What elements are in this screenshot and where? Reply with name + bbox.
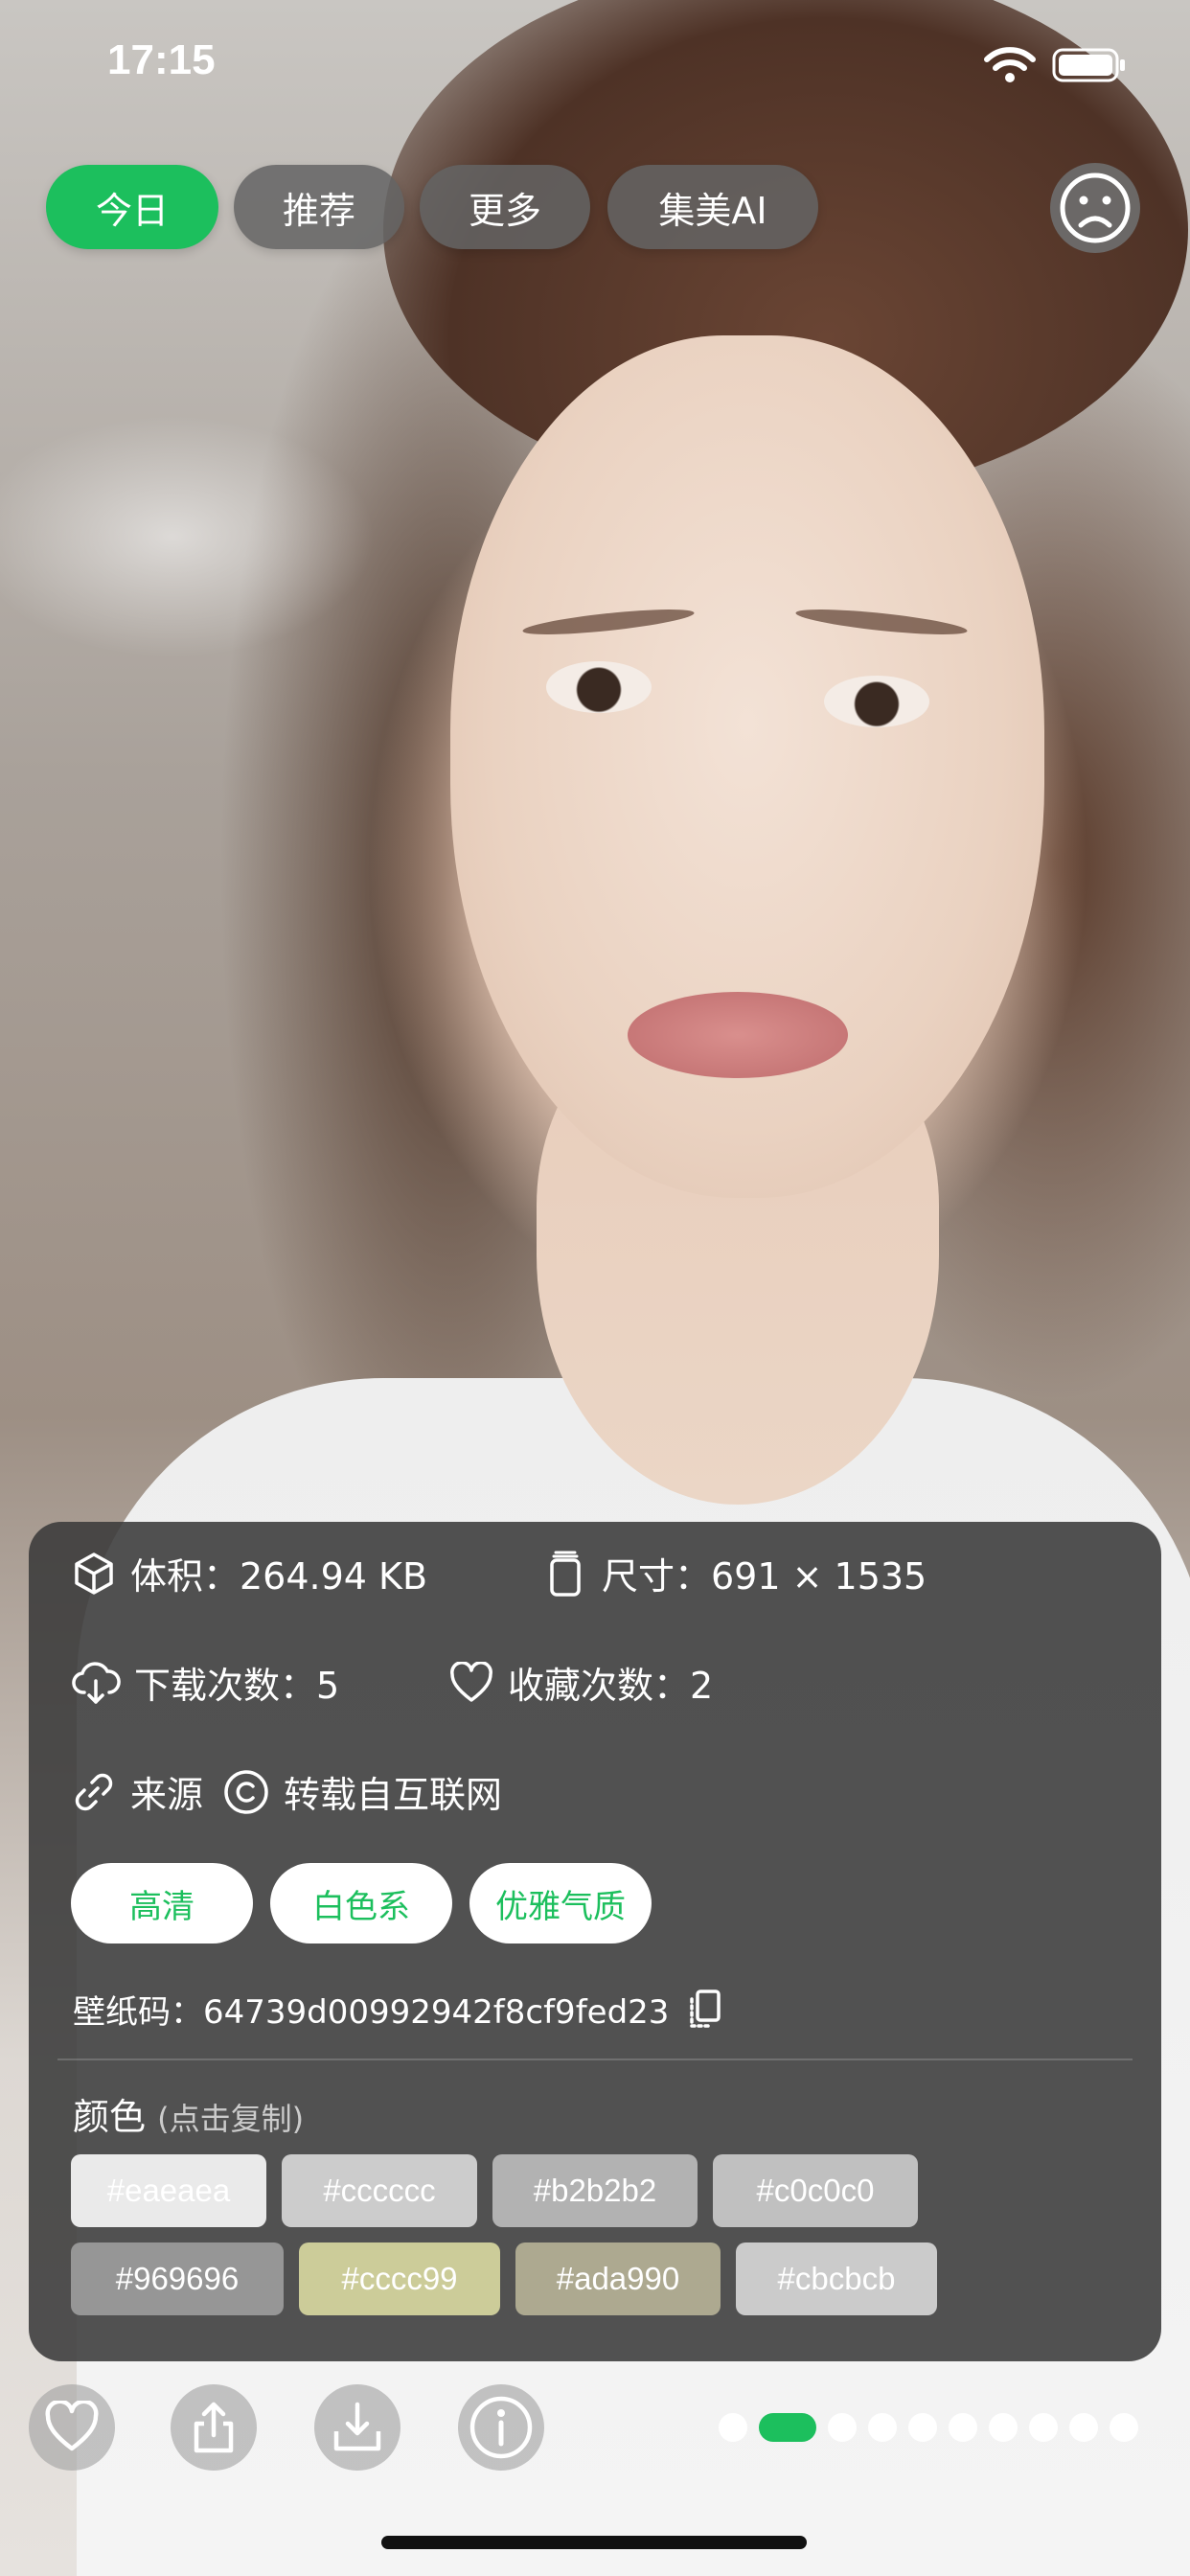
dimensions-label: 尺寸：691 × 1535 [602, 1555, 927, 1598]
share-icon [194, 2402, 234, 2453]
size-label: 体积：264.94 KB [130, 1555, 428, 1598]
wallpaper-info-panel: 体积：264.94 KB 尺寸：691 × 1535 下载次数：5 收藏次数：2 [29, 1522, 1161, 2361]
source-value: 转载自互联网 [284, 1774, 503, 1816]
color-swatch[interactable]: #969696 [71, 2242, 284, 2315]
wallpaper-lips [628, 992, 848, 1078]
battery-icon [1052, 48, 1125, 82]
wallpaper-code-row: 壁纸码：64739d00992942f8cf9fed23 [73, 1986, 724, 2033]
favorites-info: 收藏次数：2 [448, 1656, 713, 1709]
home-indicator[interactable] [381, 2536, 807, 2549]
colors-title-label: 颜色 [73, 2096, 147, 2138]
phone-size-icon [550, 1551, 581, 1597]
dimensions-info: 尺寸：691 × 1535 [542, 1547, 927, 1599]
colors-hint: (点击复制) [157, 2101, 305, 2137]
wifi-icon [984, 47, 1036, 82]
page-dot[interactable] [908, 2413, 937, 2442]
colors-title: 颜色 (点击复制) [73, 2087, 304, 2140]
copyright-icon [224, 1769, 268, 1814]
cloud-download-icon [72, 1661, 121, 1704]
link-icon [75, 1773, 113, 1810]
tab-today[interactable]: 今日 [46, 165, 218, 249]
page-dot[interactable] [868, 2413, 897, 2442]
tab-recommend[interactable]: 推荐 [234, 165, 404, 249]
heart-outline-icon [450, 1661, 492, 1702]
color-swatch[interactable]: #ada990 [515, 2242, 721, 2315]
tag-hd[interactable]: 高清 [71, 1863, 253, 1944]
tag-elegant[interactable]: 优雅气质 [469, 1863, 652, 1944]
favorite-button[interactable] [29, 2384, 115, 2471]
tab-jimei-ai[interactable]: 集美AI [607, 165, 818, 249]
downloads-label: 下载次数：5 [134, 1665, 340, 1707]
avatar-button[interactable] [1050, 163, 1140, 253]
download-button[interactable] [314, 2384, 400, 2471]
color-swatch[interactable]: #c0c0c0 [713, 2154, 918, 2227]
wallpaper-code-label: 壁纸码：64739d00992942f8cf9fed23 [73, 1993, 670, 2032]
sad-face-icon [1060, 172, 1131, 243]
status-time: 17:15 [107, 36, 216, 83]
color-swatch[interactable]: #cbcbcb [736, 2242, 937, 2315]
color-swatch[interactable]: #eaeaea [71, 2154, 266, 2227]
info-icon [469, 2396, 533, 2459]
copy-icon[interactable] [686, 1988, 724, 2032]
page-dot[interactable] [1069, 2413, 1098, 2442]
share-button[interactable] [171, 2384, 257, 2471]
page-dot[interactable] [828, 2413, 857, 2442]
page-dot-active[interactable] [759, 2413, 816, 2442]
tag-white-tone[interactable]: 白色系 [270, 1863, 452, 1944]
page-dot[interactable] [989, 2413, 1018, 2442]
wallpaper-detail-screen: 17:15 今日 推荐 更多 集美AI 体积：264.94 KB 尺寸：691 … [0, 0, 1190, 2576]
download-icon [333, 2402, 381, 2451]
page-dot[interactable] [1029, 2413, 1058, 2442]
size-info: 体积：264.94 KB [71, 1547, 427, 1599]
color-swatch[interactable]: #cccccc [282, 2154, 477, 2227]
color-swatch[interactable]: #cccc99 [299, 2242, 500, 2315]
wallpaper-eye-left [546, 661, 652, 713]
tab-more[interactable]: 更多 [420, 165, 590, 249]
page-dot[interactable] [719, 2413, 747, 2442]
heart-icon [45, 2401, 99, 2451]
source-label: 来源 [130, 1774, 204, 1816]
source-info: 来源 转载自互联网 [71, 1765, 502, 1818]
info-button[interactable] [458, 2384, 544, 2471]
color-swatch[interactable]: #b2b2b2 [492, 2154, 698, 2227]
favorites-label: 收藏次数：2 [508, 1665, 714, 1707]
cube-icon [75, 1552, 113, 1595]
page-dot[interactable] [1110, 2413, 1138, 2442]
downloads-info: 下载次数：5 [71, 1656, 339, 1709]
wallpaper-eye-right [824, 676, 929, 727]
page-dot[interactable] [949, 2413, 977, 2442]
divider [57, 2058, 1133, 2060]
